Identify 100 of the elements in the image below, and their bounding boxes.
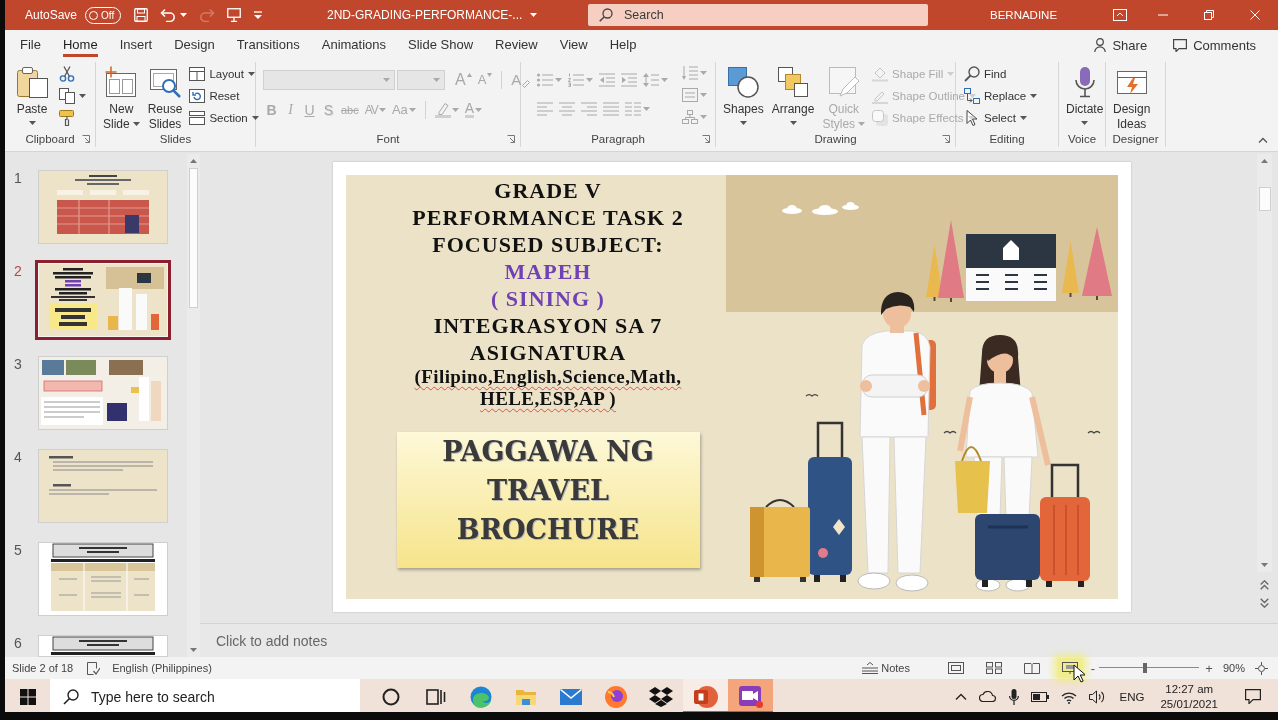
slide-scrollbar[interactable]: [1257, 154, 1272, 572]
caret-icon: [378, 108, 386, 112]
caret-icon: [739, 120, 747, 125]
language-indicator[interactable]: English (Philippines): [112, 662, 212, 674]
diamond-icon: [872, 66, 889, 82]
scrollbar-thumb[interactable]: [189, 168, 198, 308]
browser-icon: [604, 685, 627, 708]
heading-text: FOCUSED SUBJECT:: [432, 231, 664, 258]
design-ideas-button[interactable]: Design Ideas: [1110, 62, 1154, 131]
heading-text: INTEGRASYON SA 7: [433, 312, 663, 339]
comments-button[interactable]: Comments: [1173, 37, 1256, 53]
shadowed-square-icon: [872, 110, 889, 126]
scroll-up-icon[interactable]: [1261, 159, 1268, 163]
cloud-icon[interactable]: [978, 691, 997, 702]
caret-icon: [661, 78, 668, 82]
font-size-field[interactable]: [397, 70, 445, 90]
slide-thumbnail[interactable]: [35, 260, 171, 340]
folder-icon: [514, 687, 537, 706]
ribbon-tab[interactable]: Help: [598, 30, 648, 60]
bird-drawing: [1087, 430, 1101, 434]
ribbon-tab[interactable]: Home: [51, 30, 109, 60]
notes-button[interactable]: Notes: [859, 658, 913, 678]
notification-icon[interactable]: [1245, 689, 1261, 704]
slide-number: 3: [14, 356, 22, 372]
battery-icon[interactable]: [1030, 691, 1049, 702]
stacked-squares-icon: [777, 66, 810, 98]
reset-button[interactable]: Reset: [187, 85, 261, 107]
crosshair-icon[interactable]: [1255, 661, 1268, 675]
copy-button[interactable]: [57, 85, 88, 107]
dialog-launcher-icon[interactable]: [942, 135, 950, 143]
reuse-slides-button[interactable]: Reuse Slides: [144, 62, 186, 131]
ribbon-tab[interactable]: Slide Show: [397, 30, 485, 60]
ribbon-tab[interactable]: Animations: [310, 30, 398, 60]
dictate-button[interactable]: Dictate: [1063, 62, 1107, 125]
slide-counter: Slide 2 of 18: [12, 662, 74, 674]
scrollbar-thumb[interactable]: [1258, 187, 1271, 211]
layout-button[interactable]: Layout: [187, 63, 261, 85]
slide-number: 1: [14, 170, 22, 186]
caret-icon: [132, 121, 140, 126]
ribbon-tab[interactable]: Insert: [108, 30, 164, 60]
account-name[interactable]: BERNADINE: [990, 9, 1058, 21]
zoom-slider-thumb[interactable]: [1142, 663, 1147, 673]
slide-magnifier-icon: [149, 66, 182, 98]
dialog-launcher-icon[interactable]: [82, 135, 90, 143]
ribbon-tab[interactable]: View: [548, 30, 599, 60]
clock-date[interactable]: 25/01/2021: [1160, 696, 1218, 712]
section-icon: [189, 110, 206, 126]
restore-icon: [1204, 10, 1214, 20]
clock-time[interactable]: 12:27 am: [1165, 681, 1214, 697]
scroll-down-icon[interactable]: [1261, 563, 1268, 567]
zoom-in-button[interactable]: +: [1202, 658, 1215, 678]
taskbar-app-button[interactable]: [728, 679, 773, 712]
double-chevron-up-icon[interactable]: [1260, 580, 1269, 590]
microphone-icon[interactable]: [1008, 688, 1019, 705]
heading-text: PERFORMANCE TASK 2: [412, 204, 684, 231]
slide-number: 4: [14, 449, 22, 465]
clipboard-icon: [16, 66, 48, 98]
close-icon: [1250, 10, 1260, 20]
caret-icon: [789, 120, 797, 125]
taskbar-search-field[interactable]: Type here to search: [50, 679, 360, 712]
caret-icon: [700, 71, 707, 75]
notes-field[interactable]: Click to add notes: [200, 624, 1278, 657]
tote-bag-drawing: [955, 446, 990, 513]
caret-icon: [586, 78, 593, 82]
ribbon-tab[interactable]: File: [9, 30, 52, 60]
new-slide-button[interactable]: New Slide: [100, 62, 143, 131]
document-title[interactable]: 2ND-GRADING-PERFORMANCE-...: [327, 8, 538, 22]
paste-button[interactable]: Paste: [13, 62, 51, 125]
thumbnail-scrollbar[interactable]: [187, 154, 200, 657]
ribbon-tab[interactable]: Design: [163, 30, 226, 60]
caret-icon: [251, 116, 259, 120]
windows-logo-icon[interactable]: [19, 688, 36, 705]
share-button[interactable]: Share: [1094, 37, 1148, 53]
speaker-icon[interactable]: [1088, 689, 1107, 704]
subject-text: MAPEH: [504, 258, 592, 285]
chevron-up-icon[interactable]: [954, 693, 967, 700]
search-field[interactable]: Search: [588, 4, 928, 26]
layout-icon: [189, 66, 206, 82]
ribbon-tab[interactable]: Review: [484, 30, 549, 60]
arrange-button[interactable]: Arrange: [768, 62, 818, 125]
columns-icon: [625, 102, 641, 116]
zoom-level-button[interactable]: 90%: [1222, 662, 1245, 674]
reset-icon: [189, 88, 206, 104]
group-label: Designer: [1112, 133, 1159, 145]
caret-icon: [475, 108, 483, 112]
page-check-icon[interactable]: [87, 661, 101, 675]
input-language[interactable]: ENG: [1119, 690, 1145, 703]
zoom-out-button[interactable]: -: [1086, 658, 1099, 678]
shapes-button[interactable]: Shapes: [720, 62, 767, 125]
caret-icon: [969, 94, 976, 98]
scroll-up-icon[interactable]: [190, 159, 197, 163]
double-chevron-down-icon[interactable]: [1260, 598, 1269, 608]
collapse-ribbon-icon[interactable]: [1258, 137, 1268, 143]
scroll-down-icon[interactable]: [190, 648, 197, 652]
section-button[interactable]: Section: [187, 107, 261, 129]
caret-icon: [180, 13, 188, 17]
bird-drawing: [805, 393, 819, 397]
ribbon-tab[interactable]: Transitions: [225, 30, 311, 60]
caret-icon: [555, 78, 562, 82]
justify-icon: [603, 102, 619, 116]
